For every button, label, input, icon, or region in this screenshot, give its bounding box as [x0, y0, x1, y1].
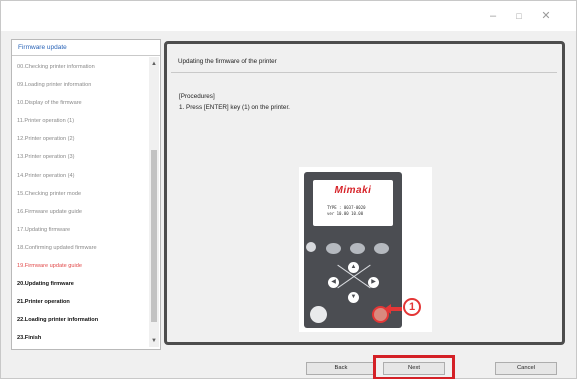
lcd-line-2: ver 10.00 10.00 — [327, 211, 364, 216]
step-item: 15.Checking printer mode — [17, 190, 82, 197]
arrow-down-icon: ▼ — [348, 292, 359, 303]
step-item: 13.Printer operation (3) — [17, 154, 75, 161]
step-item: 21.Printer operation — [17, 299, 70, 306]
arrow-up-icon: ▲ — [348, 262, 359, 273]
scroll-up-icon[interactable]: ▲ — [149, 59, 159, 69]
scroll-down-icon[interactable]: ▼ — [149, 336, 159, 346]
menu-button-small — [306, 242, 316, 252]
step-item: 10.Display of the firmware — [17, 100, 82, 107]
minimize-icon[interactable]: – — [485, 8, 501, 24]
arrow-left-icon: ◀ — [328, 277, 339, 288]
step-item: 14.Printer operation (4) — [17, 172, 75, 179]
end-button — [310, 306, 327, 323]
step-item: 23.Finish — [17, 335, 42, 342]
sidebar-title: Firmware update — [18, 44, 67, 51]
function-button-3 — [374, 243, 389, 254]
step-item: 09.Loading printer information — [17, 82, 92, 89]
procedures-label: [Procedures] — [179, 93, 215, 100]
printer-control-panel-illustration: Mimaki TYPE : 0037-0020 ver 10.00 10.00 … — [299, 167, 432, 332]
step-item: 18.Confirming updated firmware — [17, 244, 97, 251]
back-button[interactable]: Back — [306, 362, 376, 375]
lcd-line-1: TYPE : 0037-0020 — [327, 205, 366, 210]
step-item: 20.Updating firmware — [17, 281, 74, 288]
step-item: 17.Updating firmware — [17, 226, 71, 233]
heading-divider — [171, 72, 557, 73]
instruction-panel: Updating the firmware of the printer [Pr… — [164, 41, 565, 345]
callout-number: 1 — [403, 298, 421, 316]
step-item: 16.Firmware update guide — [17, 208, 82, 215]
maximize-icon[interactable]: □ — [511, 8, 527, 24]
arrow-right-icon: ▶ — [368, 277, 379, 288]
step-item: 12.Printer operation (2) — [17, 136, 75, 143]
function-button-2 — [350, 243, 365, 254]
printer-display: Mimaki TYPE : 0037-0020 ver 10.00 10.00 — [313, 180, 393, 226]
title-bar: – □ ✕ — [1, 1, 576, 31]
function-button-1 — [326, 243, 341, 254]
close-icon[interactable]: ✕ — [538, 8, 554, 24]
mimaki-logo: Mimaki — [334, 185, 372, 196]
firmware-update-window: – □ ✕ Firmware update 00.Checking printe… — [0, 0, 577, 379]
step-item: 00.Checking printer information — [17, 64, 95, 70]
next-button-highlight — [373, 355, 455, 379]
step-list-panel: Firmware update 00.Checking printer info… — [11, 39, 161, 350]
step-item-current: 19.Firmware update guide — [17, 263, 82, 270]
instruction-heading: Updating the firmware of the printer — [178, 58, 277, 65]
step-item: 22.Loading printer information — [17, 317, 99, 324]
sidebar-divider — [12, 55, 160, 56]
cancel-button[interactable]: Cancel — [495, 362, 557, 375]
step-list-scrollbar[interactable]: ▲ ▼ — [149, 57, 159, 347]
step-item: 11.Printer operation (1) — [17, 118, 75, 125]
pointer-arrow — [388, 307, 402, 311]
procedure-step-1: 1. Press [ENTER] key (1) on the printer. — [179, 104, 290, 111]
scroll-thumb[interactable] — [151, 150, 157, 322]
step-list: 00.Checking printer information 09.Loadi… — [17, 58, 145, 348]
